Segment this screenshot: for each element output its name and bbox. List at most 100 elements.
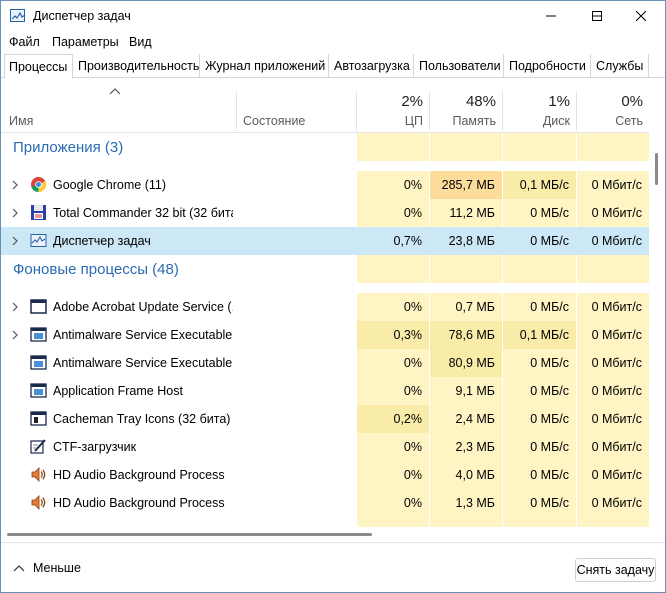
process-row[interactable]: HD Audio Background Process 0% 4,0 МБ 0 МБ/… [1,461,649,489]
tab-users[interactable]: Пользователи [415,54,504,78]
end-task-button[interactable]: Снять задачу [575,558,656,582]
process-cpu: 0% [357,171,429,199]
process-mem: 1,3 МБ [430,489,502,517]
minimize-btn[interactable] [529,1,573,31]
close-icon [636,11,646,21]
disk-total: 1% [548,93,570,110]
process-row[interactable]: Диспетчер задач 0,7% 23,8 МБ 0 МБ/с 0 Мбит/с [1,227,649,255]
process-row[interactable]: Antimalware Service Executable... 0% 80,9 … [1,349,649,377]
process-disk: 0 МБ/с [503,461,576,489]
process-disk: 0 МБ/с [503,199,576,227]
column-status[interactable]: Состояние [237,79,357,133]
process-row[interactable]: CTF-загрузчик 0% 2,3 МБ 0 МБ/с 0 Мбит/с [1,433,649,461]
process-mem: 80,9 МБ [430,349,502,377]
column-disk[interactable]: 1% Диск [503,79,576,133]
process-name: Antimalware Service Executable [53,328,233,342]
column-name[interactable]: Имя [1,79,236,133]
process-cpu: 0% [357,199,429,227]
process-net: 0 Мбит/с [577,199,649,227]
process-row[interactable]: Application Frame Host 0% 9,1 МБ 0 МБ/с 0 Мб… [1,377,649,405]
process-cpu: 0% [357,293,429,321]
pen-icon [30,438,47,455]
maximize-button[interactable] [575,1,619,31]
tab-performance[interactable]: Производительность [74,54,200,78]
expand-toggle[interactable] [10,329,20,343]
process-mem: 11,2 МБ [430,199,502,227]
speaker-icon [30,494,47,511]
chevron-right-icon [12,208,18,218]
process-row[interactable]: Google Chrome (11) 0% 285,7 МБ 0,1 МБ/с 0 Мб… [1,171,649,199]
process-row[interactable]: Cacheman Tray Icons (32 бита) 0,2% 2,4 МБ 0… [1,405,649,433]
partial-cell [357,517,429,527]
group-background-title: Фоновые процессы (48) [13,261,179,278]
tab-processes[interactable]: Процессы [4,54,73,79]
process-cpu: 0% [357,433,429,461]
process-cpu: 0% [357,461,429,489]
process-cpu: 0,2% [357,405,429,433]
task-manager-icon [30,232,47,249]
process-net: 0 Мбит/с [577,377,649,405]
process-disk: 0,1 МБ/с [503,171,576,199]
process-disk: 0 МБ/с [530,234,569,248]
close-button[interactable] [619,1,663,31]
column-memory-label: Память [452,114,496,128]
process-name: CTF-загрузчик [53,440,137,454]
expand-toggle[interactable] [10,207,20,221]
partial-cell [577,517,649,527]
service-icon [30,354,47,371]
process-name: Google Chrome (11) [53,178,167,192]
memory-total: 48% [465,93,496,110]
expand-toggle[interactable] [10,235,20,249]
column-network[interactable]: 0% Сеть [577,79,649,133]
process-row[interactable]: HD Audio Background Process 0% 1,3 МБ 0 МБ/… [1,489,649,517]
service-icon [30,382,47,399]
process-net: 0 Мбит/с [591,234,642,248]
process-net: 0 Мбит/с [577,349,649,377]
process-cpu: 0% [357,349,429,377]
menu-bar: Файл Параметры Вид [1,31,665,53]
process-row[interactable]: Total Commander 32 bit (32 бита) 0% 11,2 М… [1,199,649,227]
footer: Меньше Снять задачу [1,542,665,592]
chevron-right-icon [12,180,18,190]
vertical-scroll-thumb[interactable] [655,153,658,185]
speaker-icon [30,466,47,483]
process-net: 0 Мбит/с [577,171,649,199]
horizontal-scroll-thumb[interactable] [7,533,372,536]
partial-cell [503,517,576,527]
tab-app-history[interactable]: Журнал приложений [201,54,329,78]
process-mem: 285,7 МБ [430,171,502,199]
process-net: 0 Мбит/с [577,489,649,517]
column-memory[interactable]: 48% Память [430,79,502,133]
column-header: Имя Состояние 2% ЦП 48% Память 1% Диск 0… [1,79,649,133]
tab-startup[interactable]: Автозагрузка [330,54,414,78]
process-row[interactable]: Antimalware Service Executable 0,3% 78,6 М… [1,321,649,349]
task-manager-app-icon [10,9,26,22]
task-manager-window: Диспетчер задач Файл Параметры Вид Проце… [0,0,666,593]
column-cpu[interactable]: 2% ЦП [357,79,429,133]
tab-details[interactable]: Подробности [505,54,591,78]
window-icon [30,298,47,315]
menu-options[interactable]: Параметры [52,35,119,49]
horizontal-scrollbar[interactable] [1,527,649,541]
group-cell-bg [430,255,502,283]
process-cpu: 0,7% [393,234,423,248]
expand-toggle[interactable] [10,179,20,193]
chevron-right-icon [12,330,18,340]
process-row[interactable]: Adobe Acrobat Update Service (... 0% 0,7 М… [1,293,649,321]
service-icon [30,326,47,343]
tab-services[interactable]: Службы [592,54,649,78]
process-cpu: 0% [357,489,429,517]
process-net: 0 Мбит/с [577,461,649,489]
group-cell-bg [577,255,649,283]
fewer-details-button[interactable]: Меньше [13,561,81,575]
column-network-label: Сеть [615,114,643,128]
expand-toggle[interactable] [10,301,20,315]
group-cell-bg [357,133,429,161]
menu-file[interactable]: Файл [9,35,40,49]
cacheman-icon [30,410,47,427]
vertical-scrollbar[interactable] [649,133,665,527]
process-list: Приложения (3) Google Chrome (11) 0% 285,7 … [1,133,649,527]
column-cpu-label: ЦП [404,114,423,128]
menu-view[interactable]: Вид [129,35,152,49]
process-disk: 0 МБ/с [503,433,576,461]
